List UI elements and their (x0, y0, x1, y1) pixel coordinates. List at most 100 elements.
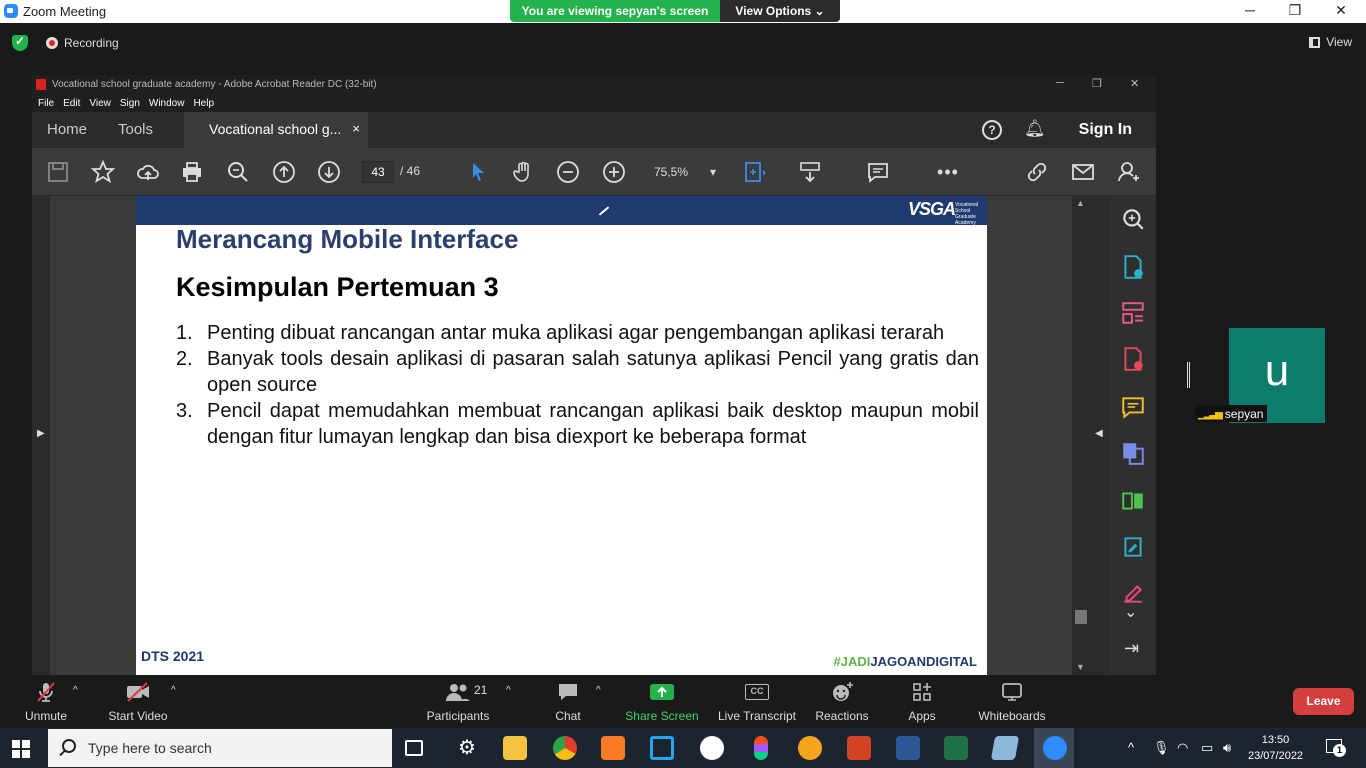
collapse-pane-icon[interactable]: ⇥ (1124, 638, 1139, 659)
panel-resize-handle[interactable] (1187, 362, 1190, 388)
zoom-in-icon[interactable] (602, 160, 626, 184)
tab-tools[interactable]: Tools (118, 121, 153, 138)
scroll-down-icon[interactable]: ▼ (1076, 662, 1085, 672)
tray-mic-icon[interactable]: 🎙︎ (1153, 740, 1170, 756)
close-icon[interactable]: ✕ (1331, 2, 1351, 19)
start-video-button[interactable]: Start Video (106, 675, 170, 723)
volume-icon[interactable]: 🔊︎ (1223, 740, 1231, 756)
live-transcript-button[interactable]: CC Live Transcript (716, 675, 798, 723)
share-link-icon[interactable] (1025, 160, 1049, 184)
restore-icon[interactable]: ❐ (1285, 2, 1305, 19)
menu-window[interactable]: Window (149, 98, 185, 109)
security-shield-icon[interactable] (12, 34, 28, 51)
taskbar-clock[interactable]: 13:50 23/07/2022 (1248, 732, 1303, 764)
right-pane-collapse[interactable]: ◀ (1090, 196, 1110, 675)
export-pdf-icon[interactable] (1120, 254, 1146, 280)
select-cursor-icon[interactable] (466, 160, 490, 184)
help-icon[interactable]: ? (982, 120, 1002, 140)
page-up-icon[interactable] (272, 160, 296, 184)
battery-icon[interactable]: ▭ (1201, 740, 1213, 756)
figma-icon[interactable] (754, 736, 768, 760)
word-icon[interactable] (896, 736, 920, 760)
scroll-up-icon[interactable]: ▲ (1076, 198, 1085, 208)
vscode-icon[interactable] (650, 736, 674, 760)
search-zoom-icon[interactable] (1120, 206, 1146, 232)
windows-start-icon[interactable] (12, 740, 30, 758)
file-explorer-icon[interactable] (503, 736, 527, 760)
notes-app-icon[interactable] (990, 736, 1020, 760)
menu-file[interactable]: File (38, 98, 54, 109)
print-icon[interactable] (180, 160, 204, 184)
scroll-thumb[interactable] (1075, 610, 1087, 624)
fit-page-icon[interactable] (742, 160, 766, 184)
task-view-icon[interactable] (405, 740, 423, 756)
menu-help[interactable]: Help (193, 98, 214, 109)
chat-caret-icon[interactable]: ^ (596, 685, 601, 696)
email-icon[interactable] (1071, 160, 1095, 184)
chat-button[interactable]: Chat (548, 675, 588, 723)
xampp-icon[interactable] (601, 736, 625, 760)
chrome-icon[interactable] (553, 736, 577, 760)
organize-pages-icon[interactable] (1120, 300, 1146, 326)
view-options-button[interactable]: View Options ⌄ (720, 0, 840, 22)
create-pdf-icon[interactable] (1120, 346, 1146, 372)
tray-chevron-icon[interactable]: ^ (1128, 740, 1134, 755)
view-button[interactable]: View (1309, 35, 1352, 49)
app-icon[interactable] (700, 736, 724, 760)
save-icon[interactable] (46, 160, 70, 184)
tab-document[interactable]: Vocational school g... × (184, 112, 368, 148)
zoom-app-icon[interactable] (1043, 736, 1067, 760)
unmute-label: Unmute (24, 709, 68, 723)
excel-icon[interactable] (944, 736, 968, 760)
pencil-app-icon[interactable] (798, 736, 822, 760)
reactions-button[interactable]: Reactions (813, 675, 871, 723)
acrobat-restore-icon[interactable]: ❐ (1092, 77, 1102, 90)
add-comment-icon[interactable] (1120, 394, 1146, 420)
page-number-input[interactable]: 43 (362, 161, 394, 183)
share-screen-button[interactable]: Share Screen (624, 675, 700, 723)
apps-icon (913, 683, 931, 701)
menu-sign[interactable]: Sign (120, 98, 140, 109)
acrobat-close-icon[interactable]: ✕ (1130, 77, 1139, 90)
clock-date: 23/07/2022 (1248, 750, 1304, 762)
page-down-icon[interactable] (317, 160, 341, 184)
participants-caret-icon[interactable]: ^ (506, 685, 511, 696)
search-icon[interactable] (226, 160, 250, 184)
zoom-out-icon[interactable] (556, 160, 580, 184)
vertical-scrollbar[interactable]: ▲ ▼ (1072, 196, 1090, 675)
minimize-icon[interactable]: ─ (1240, 2, 1260, 18)
zoom-level-select[interactable]: 75,5% (644, 161, 718, 183)
hand-tool-icon[interactable] (511, 160, 535, 184)
tab-home[interactable]: Home (47, 121, 87, 138)
settings-gear-icon[interactable]: ⚙ (455, 736, 479, 760)
left-nav-collapse[interactable]: ▶ (32, 196, 50, 675)
doc-tab-close-icon[interactable]: × (352, 121, 360, 136)
scroll-mode-icon[interactable] (798, 160, 822, 184)
wifi-icon[interactable]: ◠ (1177, 740, 1188, 756)
star-icon[interactable] (90, 159, 116, 184)
recording-indicator[interactable]: Recording (46, 36, 119, 50)
whiteboards-button[interactable]: Whiteboards (975, 675, 1049, 723)
more-icon[interactable]: ••• (936, 160, 960, 184)
more-tools-chevron-icon[interactable]: ⌄ (1124, 602, 1137, 622)
combine-files-icon[interactable] (1120, 440, 1146, 466)
acrobat-minimize-icon[interactable]: ─ (1056, 77, 1064, 89)
compress-icon[interactable] (1120, 488, 1146, 514)
edit-pdf-icon[interactable] (1120, 534, 1146, 560)
apps-button[interactable]: Apps (902, 675, 942, 723)
participants-button[interactable]: 21 Participants (424, 675, 492, 723)
comment-icon[interactable] (866, 160, 890, 184)
video-options-caret-icon[interactable]: ^ (171, 685, 176, 696)
menu-edit[interactable]: Edit (63, 98, 80, 109)
unmute-button[interactable]: Unmute (22, 675, 70, 723)
audio-options-caret-icon[interactable]: ^ (73, 685, 78, 696)
menu-view[interactable]: View (89, 98, 111, 109)
taskbar-search-input[interactable]: Type here to search (48, 729, 392, 767)
powerpoint-icon[interactable] (847, 736, 871, 760)
reactions-icon (833, 682, 853, 701)
leave-button[interactable]: Leave (1293, 688, 1354, 715)
upload-cloud-icon[interactable] (136, 160, 160, 184)
add-user-icon[interactable] (1117, 160, 1141, 184)
bell-icon[interactable]: 🔔︎ (1024, 119, 1046, 139)
sign-in-button[interactable]: Sign In (1079, 121, 1132, 139)
